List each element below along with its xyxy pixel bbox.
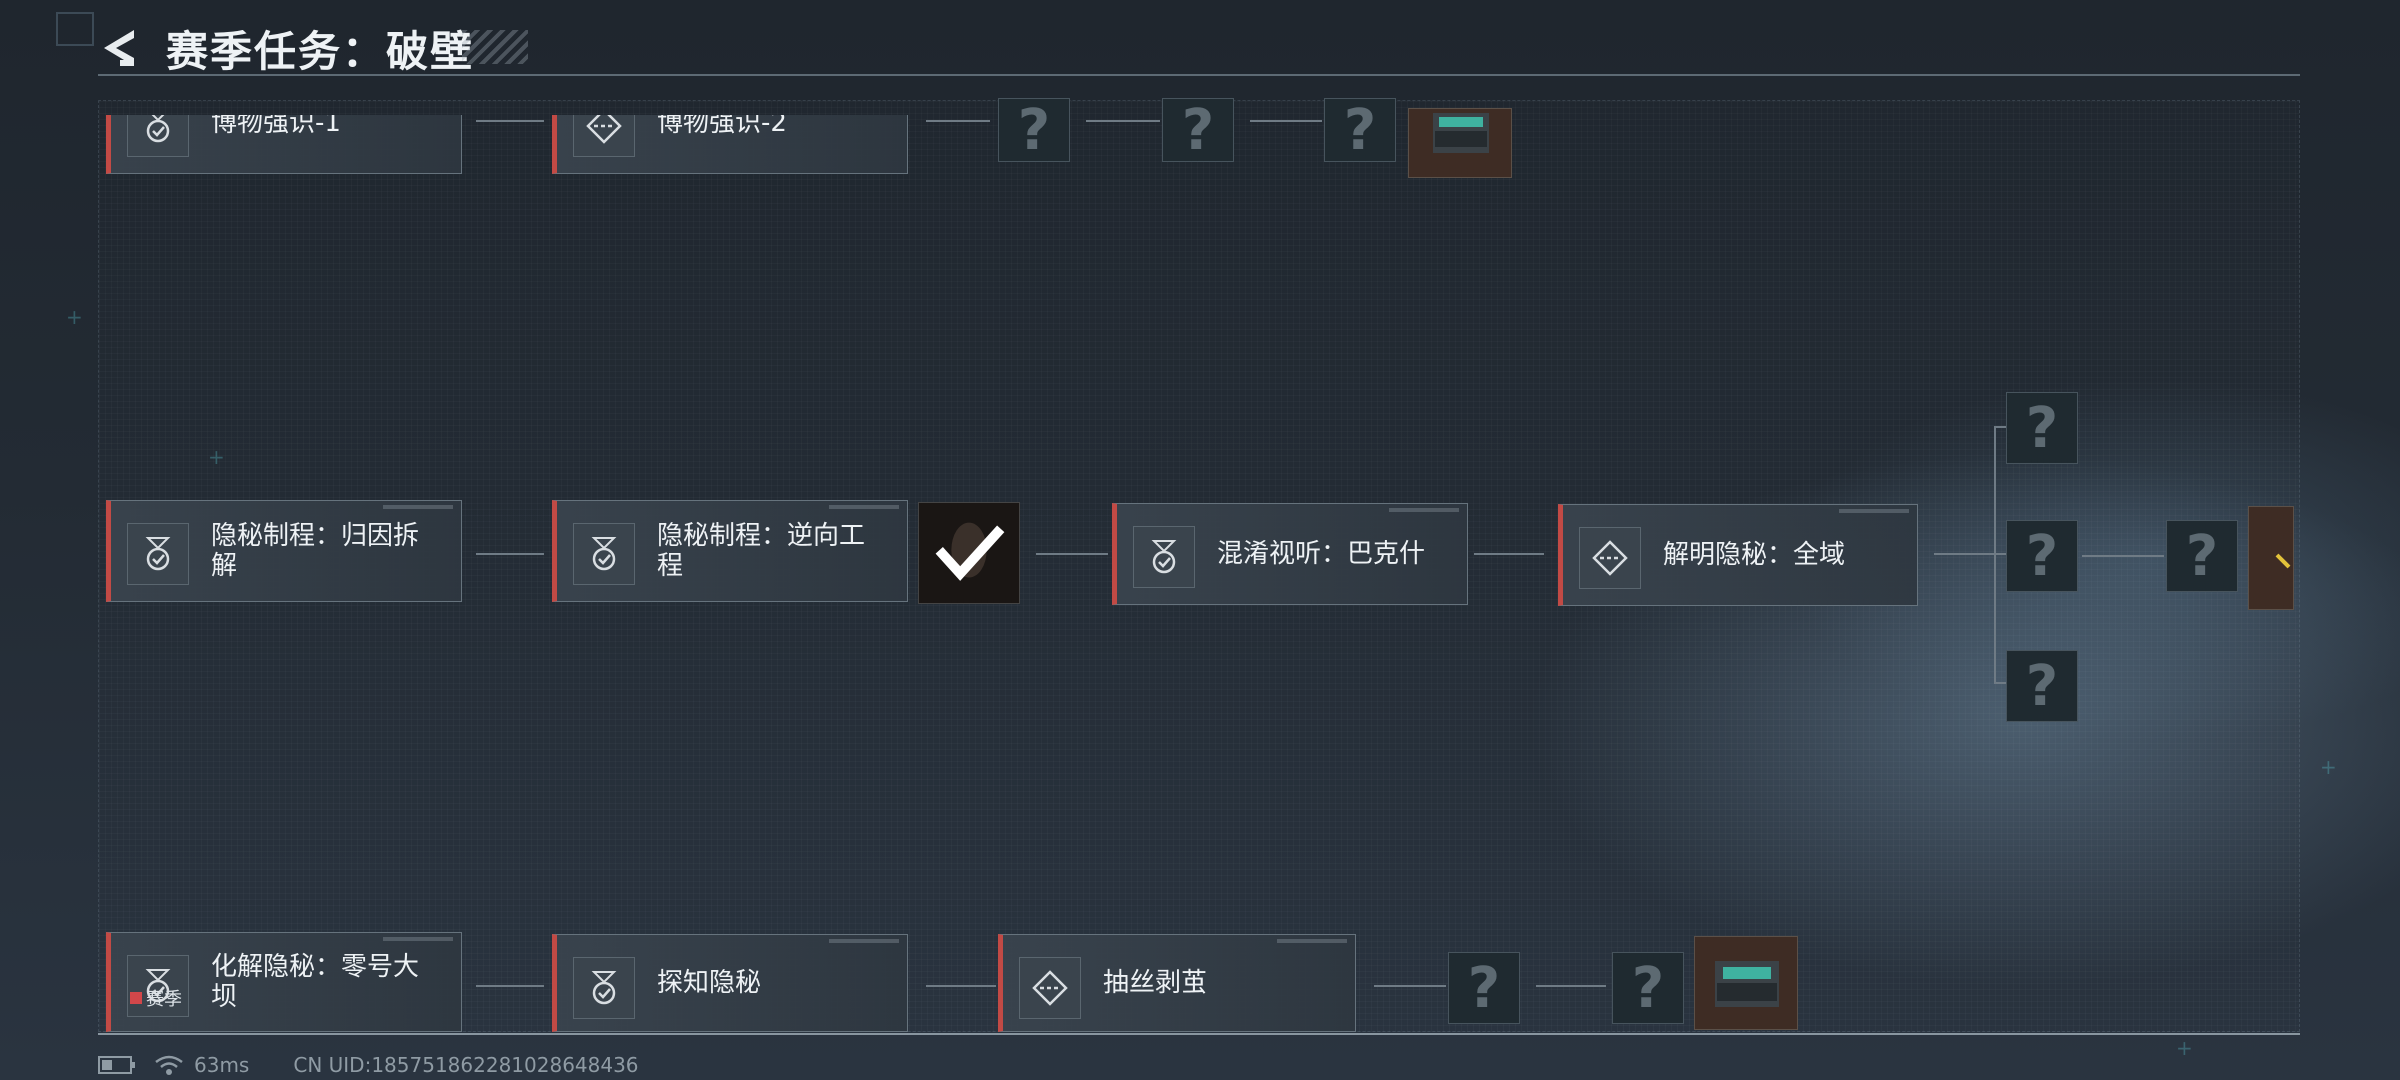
task-card[interactable]: 隐秘制程：逆向工程 — [552, 500, 908, 602]
question-mark-icon: ? — [2025, 395, 2059, 461]
card-tab-decoration — [383, 937, 453, 941]
task-card[interactable]: 探知隐秘 — [552, 934, 908, 1032]
task-card[interactable]: 抽丝剥茧 — [998, 934, 1356, 1032]
connector — [1036, 553, 1108, 555]
back-arrow-icon — [104, 30, 134, 66]
medal-check-icon — [127, 523, 189, 585]
connector — [1994, 682, 2006, 684]
connector — [476, 120, 544, 122]
plus-decoration: + — [208, 445, 225, 469]
task-label: 解明隐秘：全域 — [1663, 540, 1846, 570]
locked-reward[interactable]: ? — [2166, 520, 2238, 592]
question-mark-icon: ? — [1181, 97, 1215, 163]
completed-reward[interactable] — [918, 502, 1020, 604]
connector — [476, 985, 544, 987]
locked-reward[interactable]: ? — [1448, 952, 1520, 1024]
task-label: 隐秘制程：归因拆解 — [211, 521, 420, 581]
connector — [1374, 985, 1446, 987]
loot-case-icon[interactable] — [1408, 108, 1512, 178]
uid-text: CN UID:1857518622810286484​36 — [293, 1053, 639, 1077]
task-label: 探知隐秘 — [657, 968, 762, 998]
medal-check-icon — [573, 523, 635, 585]
loot-case-icon[interactable] — [2248, 506, 2294, 610]
task-card[interactable]: 博物强识-1 — [106, 115, 462, 174]
task-label: 混淆视听：巴克什 — [1217, 539, 1426, 569]
season-dot-icon — [130, 992, 142, 1004]
task-card[interactable]: 博物强识-2 — [552, 77, 908, 174]
card-tab-decoration — [829, 505, 899, 509]
medal-check-icon — [573, 957, 635, 1019]
connector — [2082, 555, 2164, 557]
question-mark-icon: ? — [1467, 955, 1501, 1021]
task-label: 隐秘制程：逆向工程 — [657, 521, 866, 581]
connector — [1536, 985, 1606, 987]
question-mark-icon: ? — [2025, 523, 2059, 589]
question-mark-icon: ? — [1343, 97, 1377, 163]
connector — [926, 985, 996, 987]
status-bar: 63ms CN UID:1857518622810286484​36 — [98, 1052, 639, 1078]
connector — [1934, 553, 1994, 555]
connector — [476, 553, 544, 555]
connector — [1250, 120, 1322, 122]
locked-reward[interactable]: ? — [998, 97, 1070, 163]
season-tag: 赛季 — [130, 985, 182, 1011]
page-title: 赛季任务：破壁 — [166, 27, 475, 76]
connector — [1994, 553, 2006, 555]
locked-reward[interactable]: ? — [1324, 97, 1396, 163]
locked-reward[interactable]: ? — [2006, 650, 2078, 722]
check-icon — [935, 522, 1005, 581]
connector — [1086, 120, 1160, 122]
plus-decoration: + — [2176, 1036, 2193, 1060]
locked-reward[interactable]: ? — [2006, 392, 2078, 464]
connector — [926, 120, 990, 122]
locked-reward[interactable]: ? — [1612, 952, 1684, 1024]
task-card[interactable]: 混淆视听：巴克什 — [1112, 503, 1468, 605]
connector — [1474, 553, 1544, 555]
footer-divider — [98, 1033, 2300, 1035]
task-label: 化解隐秘：零号大坝 — [211, 952, 420, 1012]
title-stripes-decoration — [462, 30, 528, 64]
battery-icon — [98, 1056, 135, 1074]
diamond-dash-icon — [1019, 957, 1081, 1019]
wifi-icon — [155, 1055, 183, 1075]
diamond-dash-icon — [1579, 527, 1641, 589]
card-tab-decoration — [1389, 508, 1459, 512]
task-card[interactable]: 解明隐秘：全域 — [1558, 504, 1918, 606]
question-mark-icon: ? — [2185, 523, 2219, 589]
medal-check-icon — [1133, 526, 1195, 588]
corner-decoration — [56, 12, 94, 46]
loot-case-icon[interactable] — [1694, 936, 1798, 1030]
task-card[interactable]: 隐秘制程：归因拆解 — [106, 500, 462, 602]
back-button[interactable] — [98, 24, 142, 72]
locked-reward[interactable]: ? — [2006, 520, 2078, 592]
question-mark-icon: ? — [2025, 653, 2059, 719]
question-mark-icon: ? — [1017, 97, 1051, 163]
card-tab-decoration — [1277, 939, 1347, 943]
card-tab-decoration — [383, 505, 453, 509]
question-mark-icon: ? — [1631, 955, 1665, 1021]
season-tag-label: 赛季 — [146, 989, 182, 1010]
plus-decoration: + — [66, 305, 83, 329]
plus-decoration: + — [2320, 755, 2337, 779]
card-tab-decoration — [1839, 509, 1909, 513]
card-tab-decoration — [829, 939, 899, 943]
header-divider — [98, 74, 2300, 76]
locked-reward[interactable]: ? — [1162, 97, 1234, 163]
card-tab-decoration — [829, 77, 899, 81]
task-label: 抽丝剥茧 — [1103, 968, 1208, 998]
connector — [1994, 426, 2006, 428]
ping-value: 63ms — [194, 1053, 250, 1077]
task-card[interactable]: 化解隐秘：零号大坝 — [106, 932, 462, 1032]
